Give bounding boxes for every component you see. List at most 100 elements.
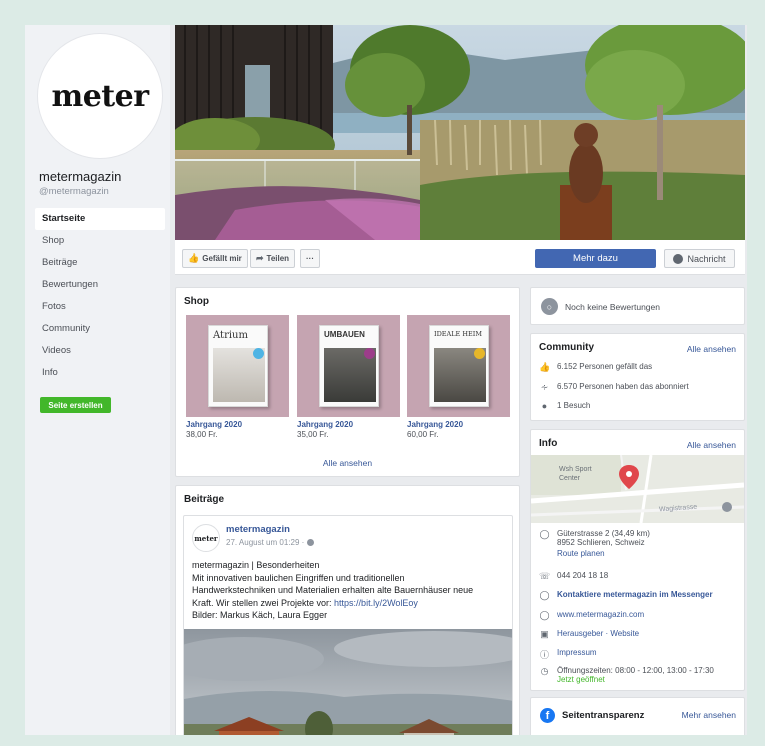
location-map[interactable]: Wsh Sport Center Wagistrasse — [531, 455, 744, 523]
post: meter metermagazin 27. August um 01:29 ·… — [183, 515, 513, 735]
community-visits-row: ● 1 Besuch — [539, 401, 591, 411]
create-page-button[interactable]: Seite erstellen — [40, 397, 111, 413]
address-line1: Güterstrasse 2 (34,49 km) — [557, 529, 650, 538]
profile-picture[interactable]: meter — [37, 33, 163, 159]
product-card[interactable]: UMBAUEN Jahrgang 2020 35,00 Fr. — [297, 315, 400, 439]
visits-count: 1 Besuch — [557, 401, 591, 410]
reviews-card: ○ Noch keine Bewertungen — [530, 287, 745, 325]
facebook-page: meter metermagazin @metermagazin Startse… — [25, 25, 747, 735]
direction-icon: ◯ — [539, 529, 550, 539]
cover-garden-image — [175, 25, 745, 240]
phone-icon: ☏ — [539, 571, 551, 581]
reviews-text: Noch keine Bewertungen — [565, 302, 660, 312]
info-hours-row: ◷ Öffnungszeiten: 08:00 - 12:00, 13:00 -… — [539, 666, 714, 684]
shop-title: Shop — [184, 296, 209, 307]
nav-item-beitraege[interactable]: Beiträge — [35, 252, 165, 274]
community-card: Community Alle ansehen 👍 6.152 Personen … — [530, 333, 745, 421]
clock-icon: ◷ — [540, 666, 549, 676]
magazine-title: IDEALE HEIM — [434, 330, 482, 338]
magazine-cover: IDEALE HEIM — [429, 325, 489, 407]
magazine-title: UMBAUEN — [324, 330, 365, 339]
rss-icon: ∻ — [540, 382, 549, 392]
website-link[interactable]: www.metermagazin.com — [557, 610, 644, 619]
magazine-badge — [253, 348, 264, 359]
map-poi-label: Wsh Sport Center — [559, 466, 592, 482]
phone-number[interactable]: 044 204 18 18 — [557, 571, 608, 580]
product-image[interactable]: IDEALE HEIM — [407, 315, 510, 417]
post-avatar[interactable]: meter — [192, 524, 220, 552]
nav-item-fotos[interactable]: Fotos — [35, 296, 165, 318]
post-timestamp[interactable]: 27. August um 01:29 · — [226, 538, 314, 547]
magazine-badge — [474, 348, 485, 359]
info-see-all-link[interactable]: Alle ansehen — [687, 440, 736, 450]
like-label: Gefällt mir — [202, 254, 242, 263]
more-options-label: ··· — [306, 254, 314, 263]
info-circle-icon: ⓘ — [539, 650, 549, 660]
product-name[interactable]: Jahrgang 2020 — [186, 420, 289, 429]
info-address-row: ◯ Güterstrasse 2 (34,49 km) 8952 Schlier… — [539, 529, 650, 558]
nav-item-startseite[interactable]: Startseite — [35, 208, 165, 230]
learn-more-button[interactable]: Mehr dazu — [535, 249, 656, 268]
post-line-text: Kraft. Wir stellen zwei Projekte vor: — [192, 597, 335, 608]
shop-see-all-link[interactable]: Alle ansehen — [176, 458, 519, 468]
left-sidebar: meter metermagazin @metermagazin Startse… — [25, 25, 170, 735]
community-followers-row: ∻ 6.570 Personen haben das abonniert — [539, 382, 689, 393]
product-price: 38,00 Fr. — [186, 430, 218, 439]
messenger-icon — [673, 253, 684, 264]
magazine-badge — [364, 348, 375, 359]
post-image[interactable] — [184, 629, 512, 735]
post-text: metermagazin | Besonderheiten Mit innova… — [192, 559, 508, 622]
nav-item-community[interactable]: Community — [35, 318, 165, 340]
post-avatar-text: meter — [194, 533, 218, 543]
nav-item-videos[interactable]: Videos — [35, 340, 165, 362]
category-icon: ▣ — [540, 629, 549, 639]
community-likes-row: 👍 6.152 Personen gefällt das — [539, 362, 652, 373]
message-button[interactable]: Nachricht — [664, 249, 735, 268]
globe-icon — [306, 539, 314, 547]
open-now-status: Jetzt geöffnet — [557, 675, 605, 684]
thumbs-up-icon: 👍 — [188, 253, 200, 263]
post-author[interactable]: metermagazin — [226, 524, 290, 535]
post-link[interactable]: https://bit.ly/2WolEoy — [334, 598, 418, 608]
page-handle[interactable]: @metermagazin — [39, 186, 109, 197]
cover-photo[interactable] — [175, 25, 745, 240]
nav-item-bewertungen[interactable]: Bewertungen — [35, 274, 165, 296]
page-action-bar: 👍 Gefällt mir ➦ Teilen ··· Mehr dazu Nac… — [175, 240, 745, 275]
info-title: Info — [539, 438, 558, 449]
share-button[interactable]: ➦ Teilen — [250, 249, 296, 268]
more-options-button[interactable]: ··· — [300, 249, 320, 268]
share-arrow-icon: ➦ — [256, 253, 264, 263]
nav-item-shop[interactable]: Shop — [35, 230, 165, 252]
page-transparency-card: f Seitentransparenz Mehr ansehen — [530, 697, 745, 735]
route-link[interactable]: Route planen — [557, 549, 650, 558]
product-name[interactable]: Jahrgang 2020 — [407, 420, 510, 429]
facebook-icon: f — [540, 708, 555, 723]
community-see-all-link[interactable]: Alle ansehen — [687, 344, 736, 354]
transparency-see-more-link[interactable]: Mehr ansehen — [682, 710, 736, 720]
impressum-link[interactable]: Impressum — [557, 648, 597, 657]
post-village-image — [184, 629, 512, 735]
person-pin-icon: ● — [541, 401, 548, 411]
product-price: 35,00 Fr. — [297, 430, 329, 439]
page-name[interactable]: metermagazin — [39, 169, 121, 184]
magazine-cover: UMBAUEN — [319, 325, 379, 407]
info-card: Info Alle ansehen Wsh Sport Center Wagis… — [530, 429, 745, 691]
like-button[interactable]: 👍 Gefällt mir — [182, 249, 248, 268]
post-line: Mit innovativen baulichen Eingriffen und… — [192, 572, 405, 583]
product-image[interactable]: UMBAUEN — [297, 315, 400, 417]
messenger-link[interactable]: Kontaktiere metermagazin im Messenger — [557, 590, 713, 599]
product-image[interactable]: Atrium — [186, 315, 289, 417]
review-speech-icon: ○ — [541, 298, 558, 315]
globe-icon: ◯ — [539, 610, 550, 620]
post-line: Kraft. Wir stellen zwei Projekte vor: ht… — [192, 597, 508, 610]
post-line: Handwerkstechniken und Materialien erhal… — [192, 585, 474, 596]
likes-count: 6.152 Personen gefällt das — [557, 362, 653, 371]
product-name[interactable]: Jahrgang 2020 — [297, 420, 400, 429]
product-card[interactable]: Atrium Jahrgang 2020 38,00 Fr. — [186, 315, 289, 439]
followers-count: 6.570 Personen haben das abonniert — [557, 382, 689, 391]
product-card[interactable]: IDEALE HEIM Jahrgang 2020 60,00 Fr. — [407, 315, 510, 439]
magazine-title: Atrium — [213, 330, 248, 341]
nav-item-info[interactable]: Info — [35, 362, 165, 384]
product-price: 60,00 Fr. — [407, 430, 439, 439]
category-link[interactable]: Herausgeber · Website — [557, 629, 639, 638]
